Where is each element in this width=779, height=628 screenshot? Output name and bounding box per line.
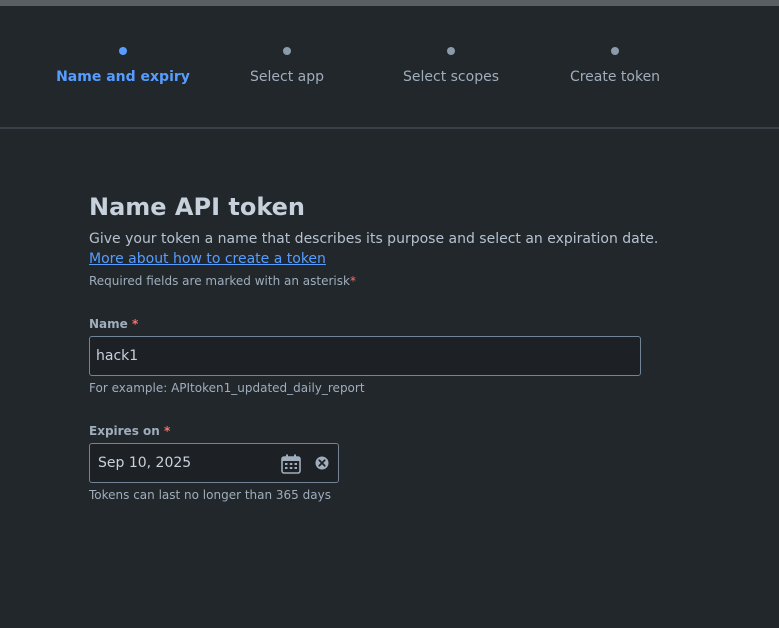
required-asterisk: * [349,274,356,288]
step-create-token: Create token [533,6,697,127]
progress-stepper: Name and expiry Select app Select scopes… [0,6,779,127]
step-dot [611,47,619,55]
name-input[interactable] [89,336,641,376]
required-note-text: Required fields are marked with an aster… [89,274,350,288]
calendar-icon[interactable] [280,453,302,475]
step-dot [283,47,291,55]
expires-label-text: Expires on [89,424,160,438]
expires-label: Expires on * [89,424,170,438]
name-label-text: Name [89,317,128,331]
expires-date-value: Sep 10, 2025 [98,455,192,471]
expires-date-picker[interactable]: Sep 10, 2025 [89,443,339,483]
step-name-and-expiry: Name and expiry [41,6,205,127]
step-label: Create token [569,69,661,85]
help-link[interactable]: More about how to create a token [89,251,326,267]
step-label: Name and expiry [56,69,190,85]
required-asterisk: * [164,424,171,438]
step-select-app: Select app [205,6,369,127]
clear-icon[interactable] [314,455,330,471]
step-dot [447,47,455,55]
step-label: Select scopes [403,69,499,85]
step-dot-active [119,47,127,55]
name-label: Name * [89,317,138,331]
form-description: Give your token a name that describes it… [89,231,659,247]
required-note: Required fields are marked with an aster… [89,274,356,288]
name-helper: For example: APItoken1_updated_daily_rep… [89,381,365,395]
expires-helper: Tokens can last no longer than 365 days [89,488,331,502]
required-asterisk: * [131,317,139,331]
page-title: Name API token [89,193,306,221]
stepper-divider [0,127,779,129]
step-label: Select app [250,69,324,85]
step-select-scopes: Select scopes [369,6,533,127]
